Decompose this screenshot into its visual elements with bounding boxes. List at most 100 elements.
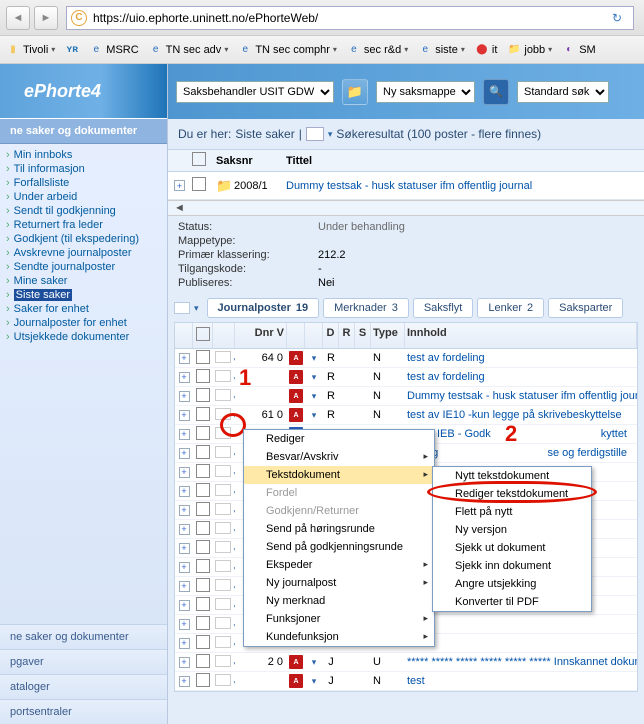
- submenu-item[interactable]: Sjekk inn dokument: [433, 557, 591, 575]
- expand-icon[interactable]: +: [174, 180, 185, 191]
- menu-item[interactable]: Ny merknad: [244, 592, 434, 610]
- envelope-icon[interactable]: [215, 351, 231, 363]
- row-checkbox[interactable]: [196, 616, 210, 630]
- row-content-link[interactable]: [405, 642, 637, 644]
- submenu-item[interactable]: Rediger tekstdokument: [433, 485, 591, 503]
- bookmark[interactable]: eTN sec adv▾: [145, 41, 233, 59]
- envelope-icon[interactable]: [215, 579, 231, 591]
- row-checkbox[interactable]: [196, 521, 210, 535]
- dropdown-icon[interactable]: ▾: [231, 564, 235, 574]
- row-content-link[interactable]: test av fordeling: [405, 351, 637, 365]
- dropdown-icon[interactable]: ▾: [231, 545, 235, 555]
- bookmark[interactable]: esiste▾: [414, 41, 469, 59]
- row-content-link[interactable]: - Leggse og ferdigstille: [405, 446, 637, 460]
- expand-icon[interactable]: +: [179, 657, 190, 668]
- expand-icon[interactable]: +: [179, 638, 190, 649]
- envelope-icon[interactable]: [215, 655, 231, 667]
- expand-icon[interactable]: +: [179, 524, 190, 535]
- envelope-icon[interactable]: [174, 302, 190, 314]
- expand-icon[interactable]: +: [179, 448, 190, 459]
- sidebar-section[interactable]: portsentraler: [0, 699, 167, 724]
- envelope-icon[interactable]: [215, 389, 231, 401]
- row-content-link[interactable]: ***** ***** ***** ***** ***** ***** Inns…: [405, 655, 637, 669]
- bookmark[interactable]: eTN sec comphr▾: [234, 41, 341, 59]
- sidebar-section[interactable]: ataloger: [0, 674, 167, 699]
- dropdown-icon[interactable]: ▾: [309, 353, 319, 363]
- envelope-icon[interactable]: [215, 522, 231, 534]
- row-checkbox[interactable]: [196, 388, 210, 402]
- row-content-link[interactable]: Test - IEB - Godkkyttet: [405, 427, 637, 441]
- envelope-icon[interactable]: [215, 636, 231, 648]
- envelope-icon[interactable]: [215, 541, 231, 553]
- submenu-item[interactable]: Nytt tekstdokument: [433, 467, 591, 485]
- menu-item[interactable]: Besvar/Avskriv: [244, 448, 434, 466]
- sidebar-section[interactable]: ne saker og dokumenter: [0, 624, 167, 649]
- menu-item[interactable]: Tekstdokument: [244, 466, 434, 484]
- bookmark[interactable]: eMSRC: [85, 41, 142, 59]
- row-checkbox[interactable]: [192, 177, 206, 191]
- sidebar-item[interactable]: Min innboks: [0, 148, 167, 162]
- sidebar-item[interactable]: Forfallsliste: [0, 176, 167, 190]
- dropdown-icon[interactable]: ▾: [231, 450, 235, 460]
- sidebar-item[interactable]: Til informasjon: [0, 162, 167, 176]
- sidebar-item[interactable]: Saker for enhet: [0, 302, 167, 316]
- dropdown-icon[interactable]: ▾: [231, 469, 235, 479]
- envelope-icon[interactable]: [215, 598, 231, 610]
- envelope-icon[interactable]: [215, 617, 231, 629]
- bookmark[interactable]: ◐SM: [558, 41, 600, 59]
- sidebar-item[interactable]: Mine saker: [0, 274, 167, 288]
- sidebar-item[interactable]: Sendte journalposter: [0, 260, 167, 274]
- envelope-icon[interactable]: [215, 484, 231, 496]
- expand-icon[interactable]: +: [179, 676, 190, 687]
- expand-icon[interactable]: +: [179, 410, 190, 421]
- submenu-item[interactable]: Ny versjon: [433, 521, 591, 539]
- envelope-icon[interactable]: [215, 465, 231, 477]
- row-checkbox[interactable]: [196, 445, 210, 459]
- case-row[interactable]: + 📁 2008/1 Dummy testsak - husk statuser…: [168, 172, 644, 200]
- forward-button[interactable]: ►: [34, 6, 58, 30]
- expand-icon[interactable]: +: [179, 467, 190, 478]
- expand-icon[interactable]: +: [179, 562, 190, 573]
- dropdown-icon[interactable]: ▾: [231, 621, 235, 631]
- dropdown-icon[interactable]: ▾: [309, 372, 319, 382]
- submenu-item[interactable]: Sjekk ut dokument: [433, 539, 591, 557]
- envelope-icon[interactable]: [215, 560, 231, 572]
- bookmark[interactable]: esec r&d▾: [343, 41, 412, 59]
- bookmark[interactable]: ⬤it: [471, 41, 502, 59]
- folder-new-icon[interactable]: 📁: [342, 79, 368, 105]
- expand-icon[interactable]: +: [179, 372, 190, 383]
- submenu-item[interactable]: Konverter til PDF: [433, 593, 591, 611]
- expand-icon[interactable]: +: [179, 429, 190, 440]
- row-content-link[interactable]: Dummy testsak - husk statuser ifm offent…: [405, 389, 637, 403]
- dropdown-icon[interactable]: ▾: [309, 391, 319, 401]
- menu-item[interactable]: Kundefunksjon: [244, 628, 434, 646]
- row-checkbox[interactable]: [196, 635, 210, 649]
- sidebar-item[interactable]: Returnert fra leder: [0, 218, 167, 232]
- new-case-select[interactable]: Ny saksmappe: [376, 81, 475, 103]
- row-checkbox[interactable]: [196, 426, 210, 440]
- row-checkbox[interactable]: [196, 673, 210, 687]
- menu-item[interactable]: Send på godkjenningsrunde: [244, 538, 434, 556]
- expand-icon[interactable]: +: [179, 391, 190, 402]
- dropdown-icon[interactable]: ▾: [231, 678, 235, 688]
- sidebar-item[interactable]: Godkjent (til ekspedering): [0, 232, 167, 246]
- sidebar-item[interactable]: Siste saker: [0, 288, 167, 302]
- search-view-select[interactable]: Standard søk: [517, 81, 609, 103]
- row-checkbox[interactable]: [196, 502, 210, 516]
- expand-icon[interactable]: +: [179, 600, 190, 611]
- tab[interactable]: Journalposter19: [207, 298, 320, 318]
- back-button[interactable]: ◄: [6, 6, 30, 30]
- tab[interactable]: Saksparter: [548, 298, 623, 318]
- row-content-link[interactable]: test av IE10 -kun legge på skrivebeskytt…: [405, 408, 637, 422]
- expand-icon[interactable]: +: [179, 505, 190, 516]
- dropdown-icon[interactable]: ▾: [231, 507, 235, 517]
- dropdown-icon[interactable]: ▾: [309, 657, 319, 667]
- expand-icon[interactable]: +: [179, 543, 190, 554]
- envelope-icon[interactable]: [306, 127, 324, 141]
- row-checkbox[interactable]: [196, 578, 210, 592]
- dropdown-icon[interactable]: ▾: [231, 488, 235, 498]
- row-checkbox[interactable]: [196, 369, 210, 383]
- dropdown-icon[interactable]: ▾: [231, 583, 235, 593]
- sidebar-item[interactable]: Avskrevne journalposter: [0, 246, 167, 260]
- dropdown-icon[interactable]: ▾: [309, 410, 319, 420]
